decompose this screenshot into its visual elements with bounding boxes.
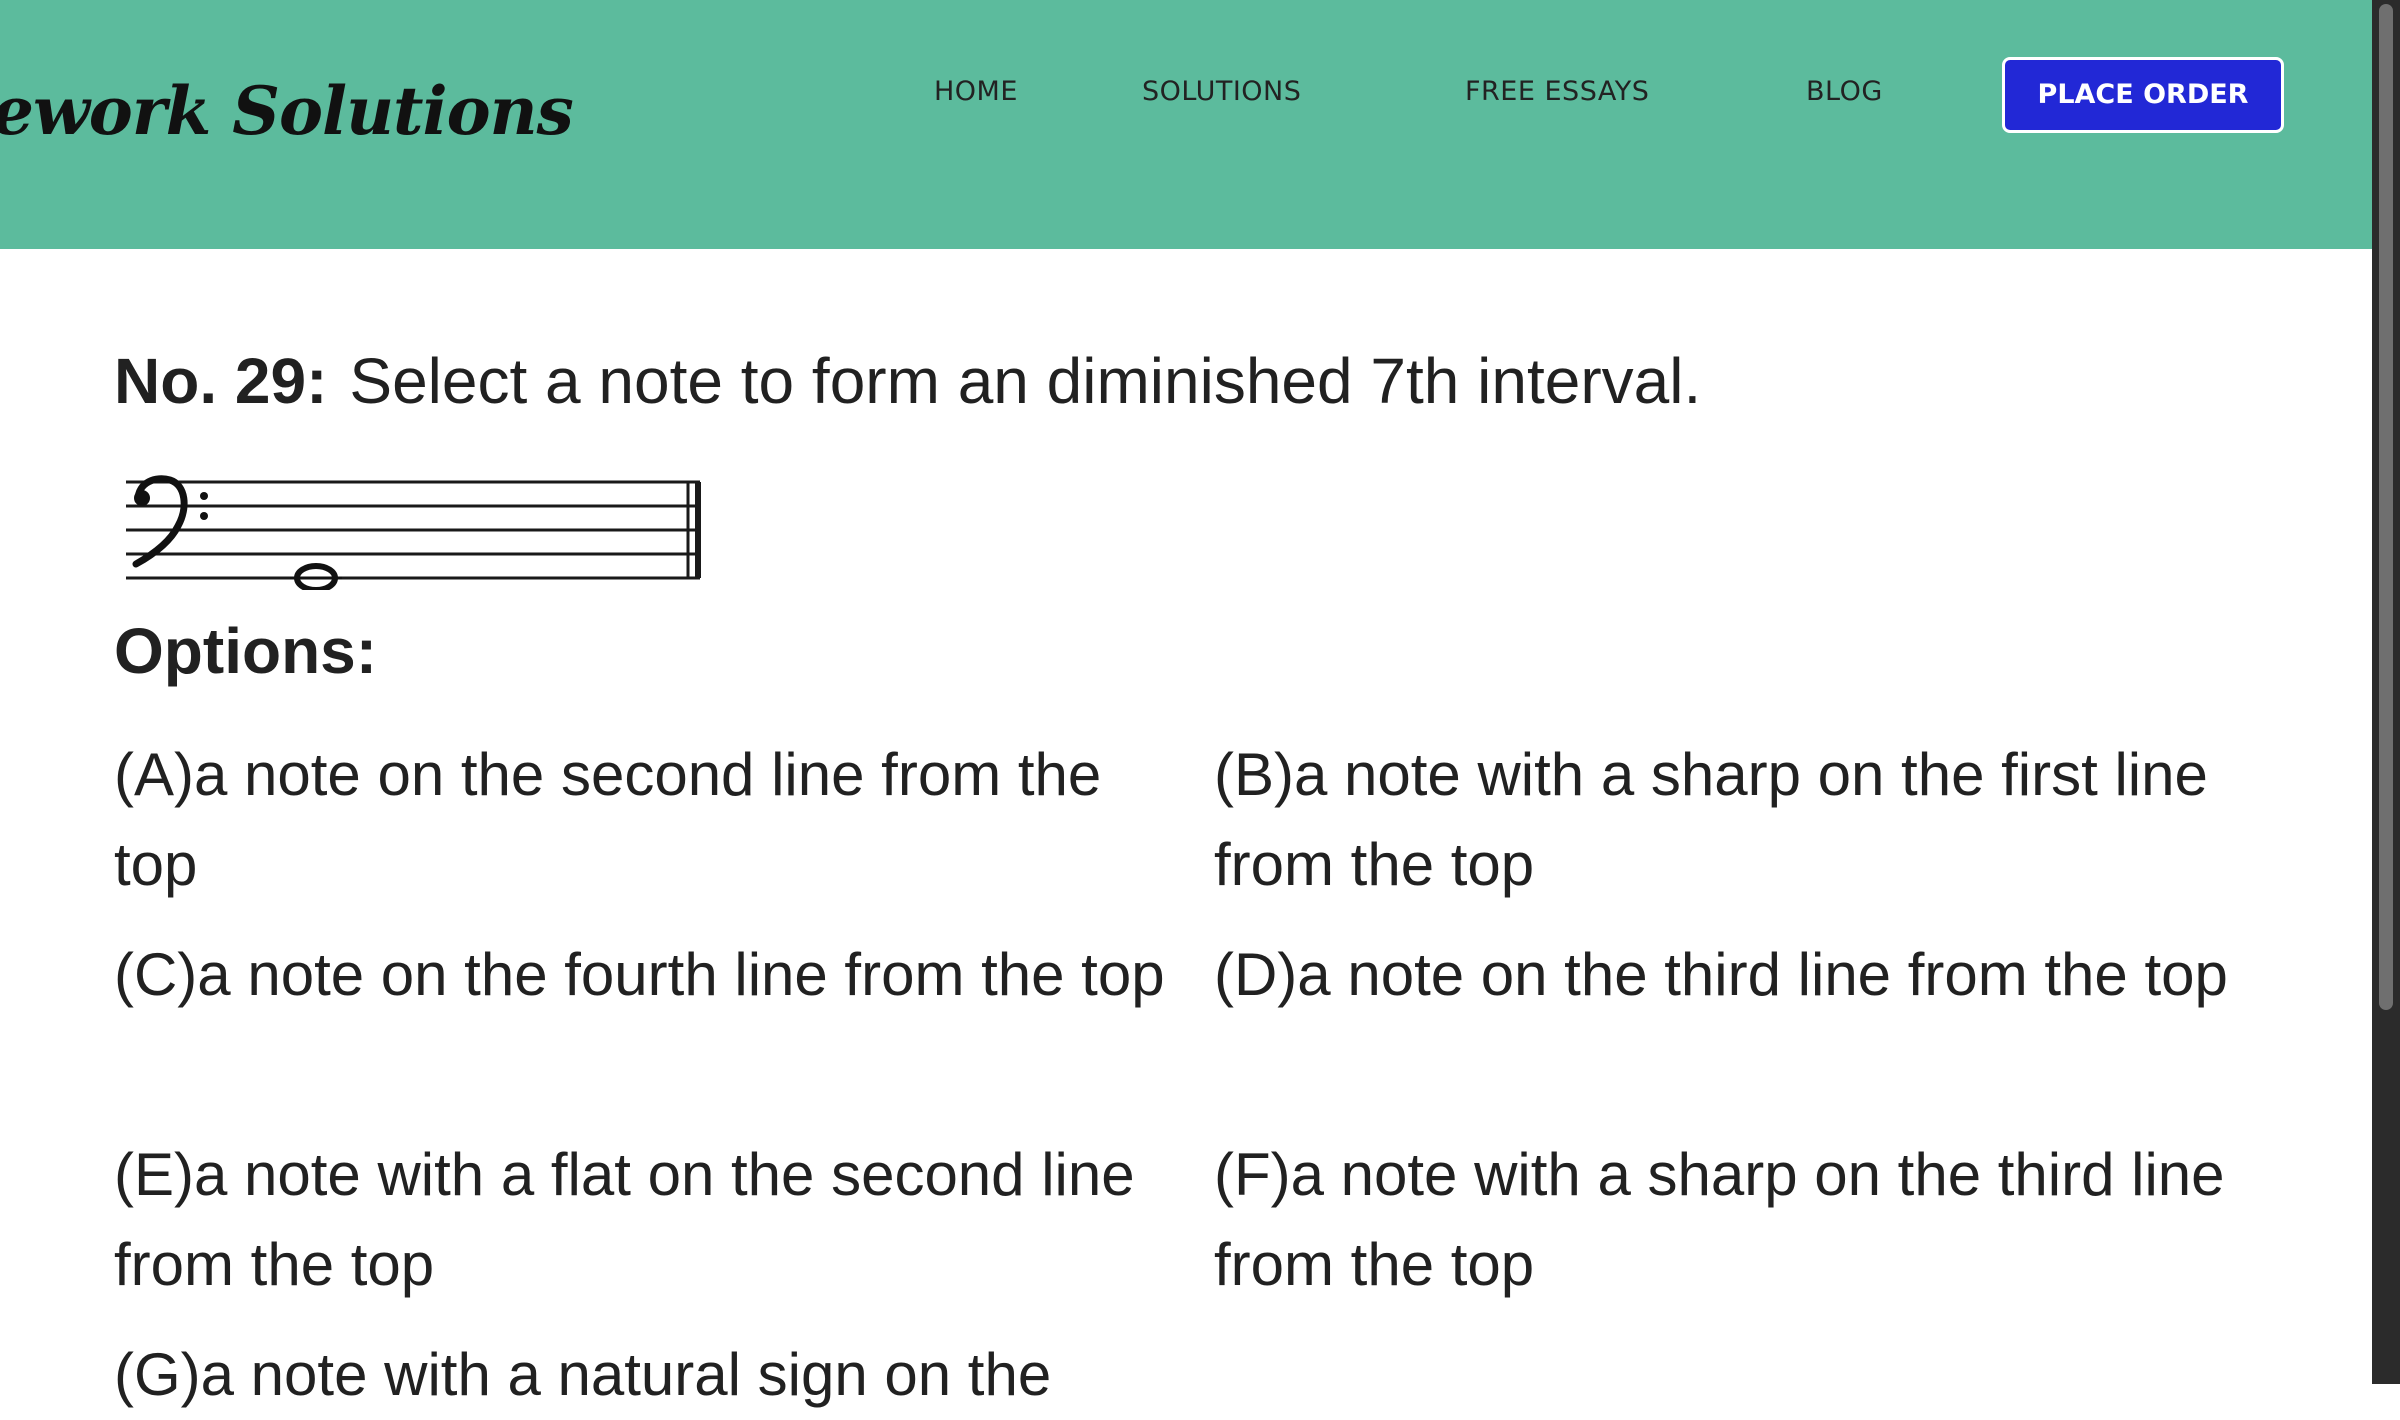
whole-note-icon (290, 563, 342, 590)
bass-clef-icon (132, 475, 208, 568)
nav-solutions[interactable]: SOLUTIONS (1142, 76, 1301, 107)
option-c[interactable]: (C)a note on the fourth line from the to… (114, 930, 1194, 1020)
nav-blog[interactable]: BLOG (1806, 76, 1883, 107)
nav-free-essays[interactable]: FREE ESSAYS (1465, 76, 1649, 107)
option-b[interactable]: (B)a note with a sharp on the first line… (1214, 730, 2294, 910)
option-f[interactable]: (F)a note with a sharp on the third line… (1214, 1130, 2294, 1310)
option-d[interactable]: (D)a note on the third line from the top (1214, 930, 2294, 1020)
option-e[interactable]: (E)a note with a flat on the second line… (114, 1130, 1194, 1310)
nav-home[interactable]: HOME (934, 76, 1018, 107)
option-a[interactable]: (A)a note on the second line from the to… (114, 730, 1194, 910)
question-heading: No. 29: Select a note to form an diminish… (114, 344, 1701, 418)
site-header: ework Solutions HOME SOLUTIONS FREE ESSA… (0, 0, 2372, 249)
vertical-scrollbar[interactable] (2372, 0, 2400, 1384)
scrollbar-thumb[interactable] (2379, 4, 2393, 1010)
option-g[interactable]: (G)a note with a natural sign on the (114, 1330, 1194, 1420)
music-staff-image (126, 475, 701, 590)
question-number: No. 29: (114, 345, 328, 417)
question-text: Select a note to form an diminished 7th … (349, 345, 1702, 417)
site-logo[interactable]: ework Solutions (0, 72, 574, 150)
staff-lines (126, 480, 700, 580)
options-heading: Options: (114, 615, 378, 687)
place-order-button[interactable]: PLACE ORDER (2002, 57, 2284, 133)
